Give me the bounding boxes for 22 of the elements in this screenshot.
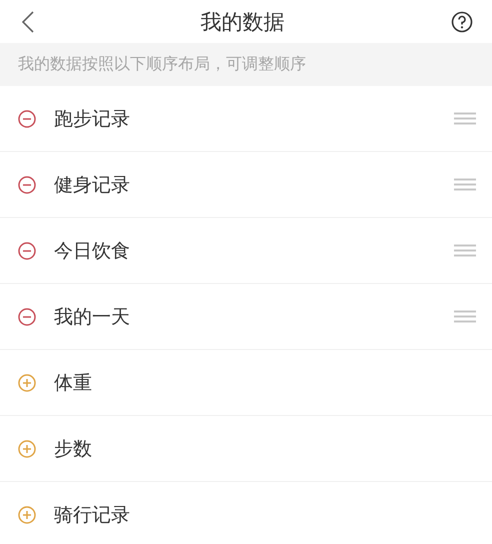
item-label: 体重: [54, 370, 93, 396]
notice-text: 我的数据按照以下顺序布局，可调整顺序: [18, 54, 306, 75]
item-label: 步数: [54, 436, 93, 462]
add-icon[interactable]: [18, 440, 36, 458]
drag-handle-icon[interactable]: [454, 178, 476, 191]
add-icon[interactable]: [18, 374, 36, 392]
item-label: 我的一天: [54, 304, 131, 330]
remove-icon[interactable]: [18, 308, 36, 326]
add-icon[interactable]: [18, 506, 36, 524]
page-title: 我的数据: [200, 8, 284, 36]
drag-handle-icon[interactable]: [454, 112, 476, 125]
remove-icon[interactable]: [18, 176, 36, 194]
remove-icon[interactable]: [18, 110, 36, 128]
back-icon[interactable]: [22, 10, 34, 32]
drag-handle-icon[interactable]: [454, 310, 476, 323]
remove-icon[interactable]: [18, 242, 36, 260]
help-icon[interactable]: [451, 10, 473, 32]
item-label: 跑步记录: [54, 106, 131, 132]
item-label: 健身记录: [54, 172, 131, 198]
item-label: 骑行记录: [54, 502, 131, 528]
item-label: 今日饮食: [54, 238, 131, 264]
drag-handle-icon[interactable]: [454, 244, 476, 257]
